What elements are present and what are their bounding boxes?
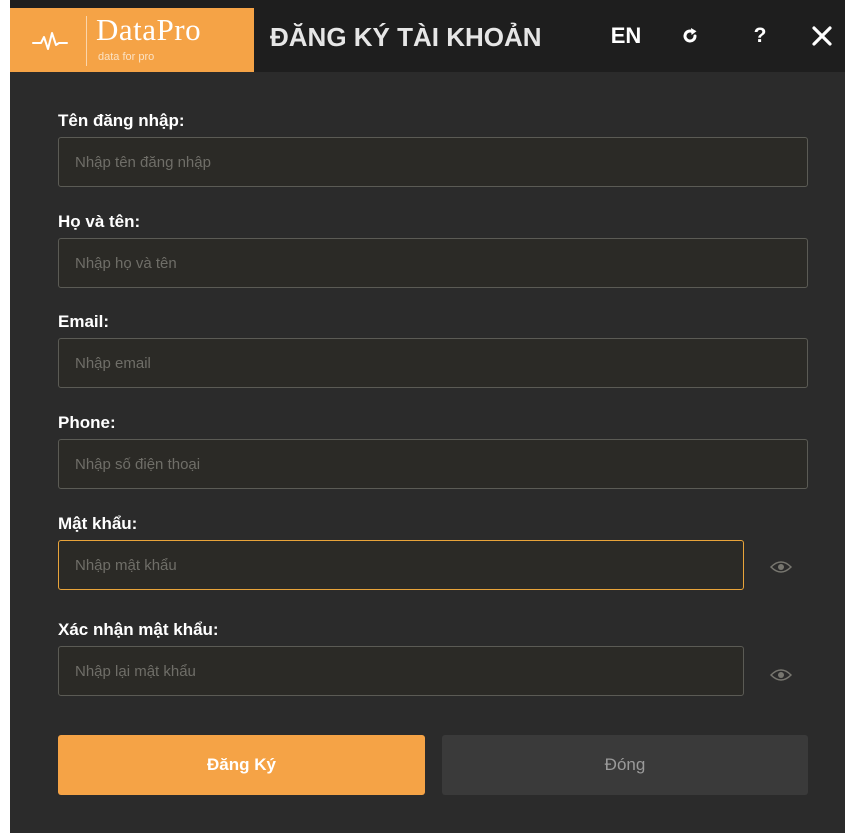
fullname-field-box: [58, 238, 808, 288]
title-bar: DataPro data for pro ĐĂNG KÝ TÀI KHOẢN E…: [10, 0, 845, 72]
email-label: Email:: [58, 312, 110, 331]
phone-field-box: [58, 439, 808, 489]
password-input[interactable]: [59, 541, 743, 589]
username-label: Tên đăng nhập:: [58, 111, 185, 130]
close-window-button[interactable]: [805, 18, 839, 54]
logo-tagline: data for pro: [98, 51, 155, 63]
phone-label: Phone:: [58, 413, 116, 432]
close-button[interactable]: Đóng: [442, 735, 808, 795]
email-field-box: [58, 338, 808, 388]
email-input[interactable]: [59, 339, 807, 387]
password-label: Mật khẩu:: [58, 514, 138, 533]
confirm-password-field-box: [58, 646, 744, 696]
refresh-button[interactable]: [674, 18, 706, 54]
close-icon: [812, 26, 832, 46]
fullname-label: Họ và tên:: [58, 212, 141, 231]
eye-icon[interactable]: [770, 560, 792, 574]
eye-icon[interactable]: [770, 668, 792, 682]
register-button[interactable]: Đăng Ký: [58, 735, 425, 795]
fullname-input[interactable]: [59, 239, 807, 287]
confirm-password-input[interactable]: [59, 647, 743, 695]
language-button[interactable]: EN: [606, 18, 646, 54]
phone-input[interactable]: [59, 440, 807, 488]
pulse-icon: [32, 32, 68, 50]
help-button[interactable]: ?: [744, 18, 776, 54]
username-input[interactable]: [59, 138, 807, 186]
logo-divider: [86, 16, 87, 66]
confirm-password-label: Xác nhận mật khẩu:: [58, 620, 219, 639]
logo-name: DataPro: [96, 12, 202, 47]
logo: DataPro data for pro: [10, 8, 254, 72]
window-title: ĐĂNG KÝ TÀI KHOẢN: [270, 22, 542, 52]
password-field-box: [58, 540, 744, 590]
username-field-box: [58, 137, 808, 187]
register-window: DataPro data for pro ĐĂNG KÝ TÀI KHOẢN E…: [10, 0, 845, 833]
refresh-icon: [683, 28, 697, 43]
